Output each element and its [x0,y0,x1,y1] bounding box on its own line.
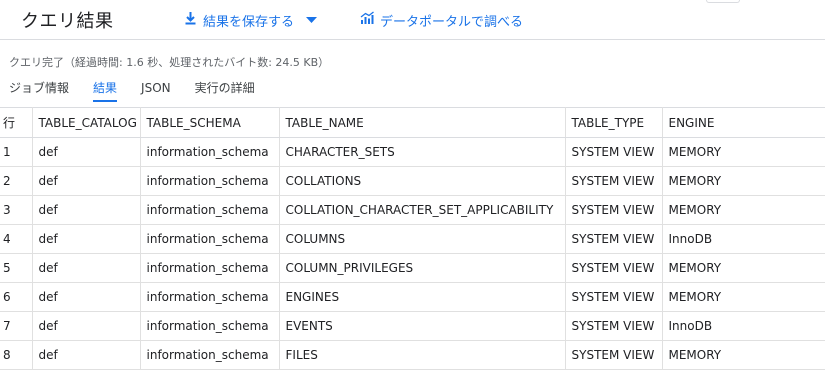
menu-button[interactable] [706,0,740,3]
table-type-cell: SYSTEM VIEW [565,224,663,254]
table-schema-cell: information_schema [140,224,280,254]
query-status: クエリ完了（経過時間: 1.6 秒、処理されたバイト数: 24.5 KB） [9,56,330,69]
table-row: 2 def information_schema COLLATIONS SYSTEM V… [0,166,825,196]
table-catalog-cell: def [32,282,141,312]
table-type-cell: SYSTEM VIEW [565,311,663,341]
row-number-cell: 8 [0,340,33,370]
row-number-cell: 1 [0,137,33,167]
explore-data-studio-button[interactable]: データポータルで調べる [360,10,523,30]
column-header-table-name: TABLE_NAME [279,107,566,138]
table-type-cell: SYSTEM VIEW [565,340,663,370]
caret-down-icon[interactable] [306,13,318,28]
engine-cell: MEMORY [662,137,825,167]
results-table: 行 TABLE_CATALOG TABLE_SCHEMA TABLE_NAME … [0,107,825,370]
row-number-cell: 2 [0,166,33,196]
engine-cell: MEMORY [662,166,825,196]
table-name-cell: COLLATIONS [279,166,566,196]
table-schema-cell: information_schema [140,195,280,225]
result-tabs: ジョブ情報 結果 JSON 実行の詳細 [9,80,279,102]
table-schema-cell: information_schema [140,137,280,167]
table-schema-cell: information_schema [140,340,280,370]
table-row: 6 def information_schema ENGINES SYSTEM VIEW… [0,282,825,312]
table-type-cell: SYSTEM VIEW [565,253,663,283]
explore-data-studio-label: データポータルで調べる [380,14,524,30]
tab-results[interactable]: 結果 [93,80,118,102]
table-catalog-cell: def [32,311,141,341]
column-header-row-number: 行 [0,107,33,138]
engine-cell: InnoDB [662,311,825,341]
table-row: 1 def information_schema CHARACTER_SETS SYST… [0,137,825,167]
table-schema-cell: information_schema [140,166,280,196]
table-schema-cell: information_schema [140,282,280,312]
column-header-table-schema: TABLE_SCHEMA [140,107,280,138]
table-type-cell: SYSTEM VIEW [565,282,663,312]
column-header-table-catalog: TABLE_CATALOG [32,107,141,138]
results-header: クエリ結果 結果を保存する データポータルで調べる [0,0,825,40]
row-number-cell: 4 [0,224,33,254]
row-number-cell: 5 [0,253,33,283]
table-catalog-cell: def [32,253,141,283]
save-results-button[interactable]: 結果を保存する [184,10,318,30]
column-header-engine: ENGINE [662,107,825,138]
table-name-cell: CHARACTER_SETS [279,137,566,167]
table-row: 3 def information_schema COLLATION_CHARACTE… [0,195,825,225]
row-number-cell: 7 [0,311,33,341]
engine-cell: MEMORY [662,340,825,370]
table-type-cell: SYSTEM VIEW [565,166,663,196]
table-body: 1 def information_schema CHARACTER_SETS SYST… [0,137,825,370]
tab-json[interactable]: JSON [141,80,171,102]
table-name-cell: COLUMN_PRIVILEGES [279,253,566,283]
table-schema-cell: information_schema [140,253,280,283]
table-row: 4 def information_schema COLUMNS SYSTEM VIEW… [0,224,825,254]
table-name-cell: COLUMNS [279,224,566,254]
table-name-cell: COLLATION_CHARACTER_SET_APPLICABILITY [279,195,566,225]
engine-cell: InnoDB [662,224,825,254]
table-catalog-cell: def [32,195,141,225]
table-catalog-cell: def [32,340,141,370]
page-title: クエリ結果 [21,11,114,32]
table-name-cell: EVENTS [279,311,566,341]
table-catalog-cell: def [32,166,141,196]
table-name-cell: FILES [279,340,566,370]
tab-job-info[interactable]: ジョブ情報 [9,80,69,102]
bar-chart-icon [360,11,374,29]
table-name-cell: ENGINES [279,282,566,312]
engine-cell: MEMORY [662,195,825,225]
table-row: 5 def information_schema COLUMN_PRIVILEGES S… [0,253,825,283]
table-catalog-cell: def [32,224,141,254]
table-row: 7 def information_schema EVENTS SYSTEM VIEW I… [0,311,825,341]
table-header-row: 行 TABLE_CATALOG TABLE_SCHEMA TABLE_NAME … [0,107,825,138]
column-header-table-type: TABLE_TYPE [565,107,663,138]
engine-cell: MEMORY [662,253,825,283]
tab-execution-details[interactable]: 実行の詳細 [195,80,255,102]
table-type-cell: SYSTEM VIEW [565,195,663,225]
engine-cell: MEMORY [662,282,825,312]
row-number-cell: 3 [0,195,33,225]
table-schema-cell: information_schema [140,311,280,341]
save-results-label: 結果を保存する [203,14,295,30]
table-type-cell: SYSTEM VIEW [565,137,663,167]
table-row: 8 def information_schema FILES SYSTEM VIEW ME… [0,340,825,370]
row-number-cell: 6 [0,282,33,312]
table-catalog-cell: def [32,137,141,167]
download-icon [184,11,197,29]
